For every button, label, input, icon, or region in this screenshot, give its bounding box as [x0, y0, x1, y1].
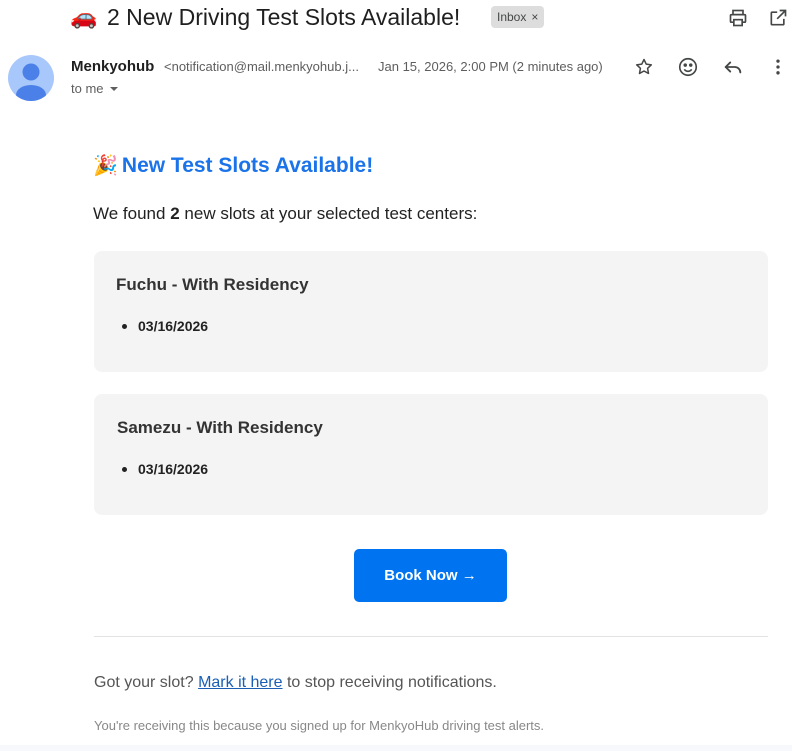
slot-date-list: 03/16/2026 — [122, 317, 208, 335]
print-icon[interactable] — [726, 6, 750, 30]
more-options-icon[interactable] — [765, 54, 791, 80]
emoji-reaction-icon[interactable] — [675, 54, 701, 80]
intro-prefix: We found — [93, 204, 166, 223]
intro-suffix: new slots at your selected test centers: — [184, 204, 478, 223]
intro-text: We found 2 new slots at your selected te… — [93, 203, 477, 225]
inbox-label-chip[interactable]: Inbox × — [491, 6, 545, 28]
slot-date: 03/16/2026 — [122, 317, 208, 335]
recipient-details-toggle[interactable]: to me — [71, 81, 120, 97]
subject-row: 🚗 2 New Driving Test Slots Available! In… — [0, 0, 792, 36]
sender-name[interactable]: Menkyohub — [71, 58, 154, 76]
caret-down-icon — [109, 87, 118, 91]
recipient-label: to me — [71, 81, 104, 96]
sender-avatar[interactable] — [8, 55, 54, 101]
email-date: Jan 15, 2026, 2:00 PM (2 minutes ago) — [378, 59, 603, 74]
party-popper-emoji: 🎉 — [93, 155, 118, 177]
test-center-name: Samezu - With Residency — [117, 418, 323, 437]
email-view: 🚗 2 New Driving Test Slots Available! In… — [0, 0, 792, 751]
disclaimer-text: You're receiving this because you signed… — [94, 718, 545, 733]
email-heading: 🎉 New Test Slots Available! — [93, 152, 373, 180]
footer-text: Got your slot? Mark it here to stop rece… — [94, 674, 497, 692]
test-center-name: Fuchu - With Residency — [116, 275, 309, 294]
reply-icon[interactable] — [720, 54, 746, 80]
inbox-label-text: Inbox — [497, 10, 527, 24]
book-now-button[interactable]: Book Now → — [354, 549, 507, 602]
slot-date-list: 03/16/2026 — [122, 460, 208, 478]
test-center-card: Samezu - With Residency 03/16/2026 — [94, 394, 768, 515]
test-center-card: Fuchu - With Residency 03/16/2026 — [94, 251, 768, 372]
email-subject: 2 New Driving Test Slots Available! — [107, 4, 461, 30]
slot-count: 2 — [170, 204, 180, 223]
mark-it-here-link[interactable]: Mark it here — [198, 674, 282, 691]
remove-label-icon[interactable]: × — [531, 6, 538, 28]
heading-text: New Test Slots Available! — [121, 154, 374, 177]
footer-suffix: to stop receiving notifications. — [286, 674, 497, 691]
divider — [94, 636, 768, 637]
open-in-new-window-icon[interactable] — [766, 6, 790, 30]
bottom-strip — [0, 745, 792, 751]
star-icon[interactable] — [631, 54, 657, 80]
car-emoji: 🚗 — [70, 4, 98, 29]
slot-date: 03/16/2026 — [122, 460, 208, 478]
footer-prefix: Got your slot? — [94, 674, 194, 691]
sender-email: <notification@mail.menkyohub.j... — [164, 59, 359, 74]
